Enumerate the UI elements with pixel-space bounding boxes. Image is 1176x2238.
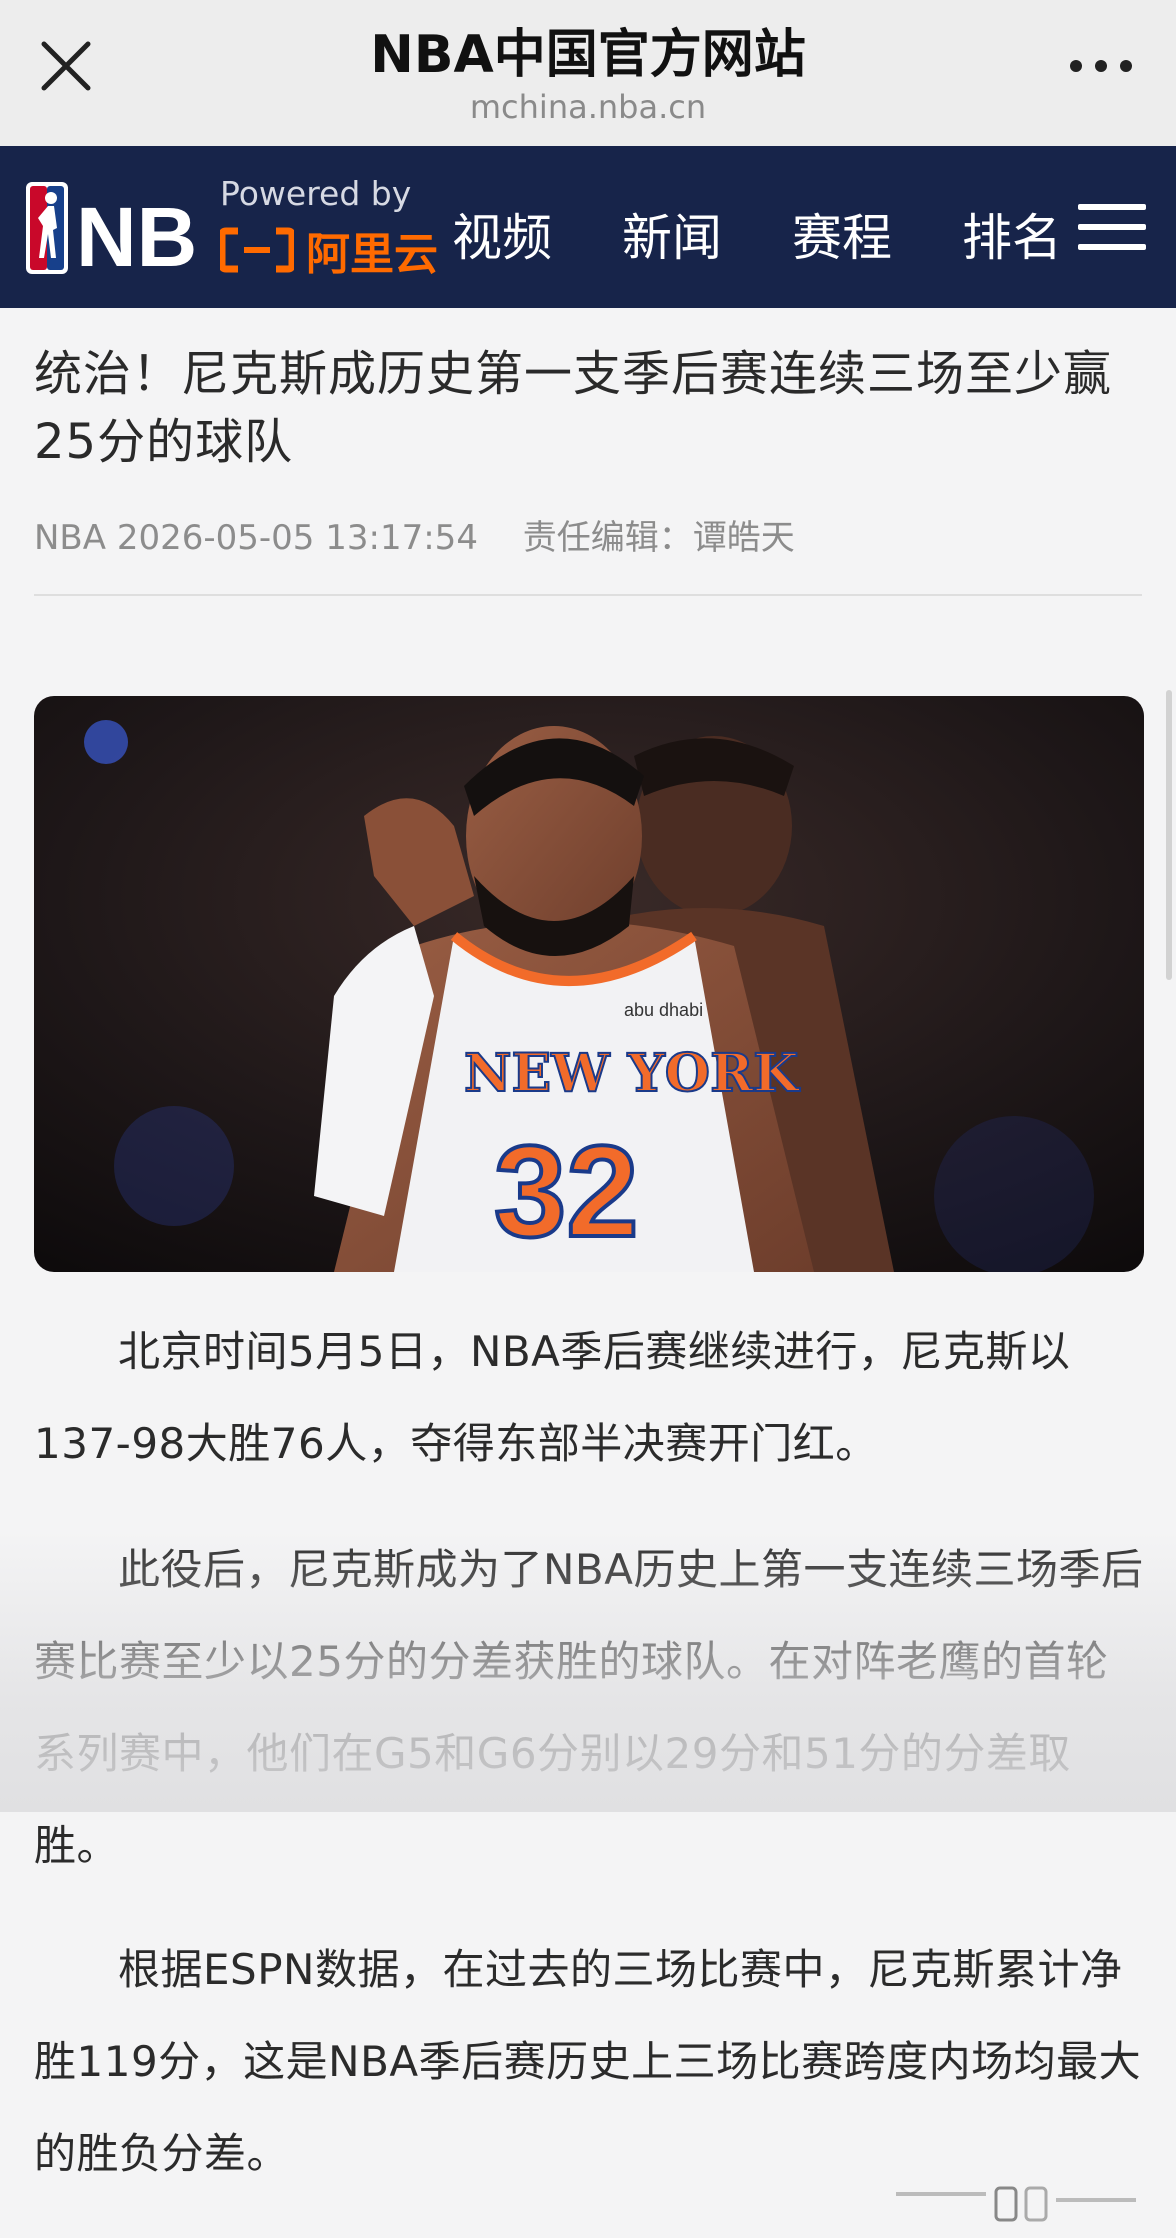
partner-name: 阿里云: [306, 229, 438, 280]
article-paragraph: 根据ESPN数据，在过去的三场比赛中，尼克斯累计净胜119分，这是NBA季后赛历…: [34, 1945, 1142, 2178]
nav-item-schedule[interactable]: 赛程: [792, 198, 892, 270]
nba-logo-icon[interactable]: NBA: [24, 178, 194, 278]
article-photo: NEW YORK 32 abu dhabi: [34, 696, 1144, 1272]
scrollbar[interactable]: [1166, 690, 1172, 980]
jersey-text: NEW YORK: [464, 1043, 800, 1104]
article-meta: NBA 2026-05-05 13:17:54 责任编辑：谭皓天: [34, 510, 795, 559]
article-editor: 责任编辑：谭皓天: [522, 518, 795, 558]
nba-nav-bar: NBA Powered by 阿里云 视频 新闻 赛程 排名: [0, 146, 1176, 308]
nav-item-news[interactable]: 新闻: [622, 198, 722, 270]
sponsor-patch: abu dhabi: [624, 1000, 703, 1020]
player-photo-illustration: NEW YORK 32 abu dhabi: [34, 696, 1144, 1272]
jersey-number: 32: [494, 1118, 639, 1264]
nba-logo-text: NBA: [76, 190, 194, 278]
site-title: NBA中国官方网站: [370, 25, 806, 85]
browser-top-bar: NBA中国官方网站 mchina.nba.cn: [0, 0, 1176, 147]
article-title: 统治！尼克斯成历史第一支季后赛连续三场至少赢25分的球队: [34, 346, 1113, 470]
article-paragraph: 北京时间5月5日，NBA季后赛继续进行，尼克斯以137-98大胜76人，夺得东部…: [34, 1327, 1071, 1468]
partner-logo: 阿里云: [220, 220, 438, 280]
article-datetime: 2026-05-05 13:17:54: [116, 518, 478, 558]
article-source: NBA: [34, 518, 107, 558]
hamburger-menu-icon[interactable]: [1078, 200, 1146, 254]
powered-by-label: Powered by: [220, 174, 412, 213]
nav-item-standings[interactable]: 排名: [962, 198, 1062, 270]
article-paragraph: 此役后，尼克斯成为了NBA历史上第一支连续三场季后赛比赛至少以25分的分差获胜的…: [34, 1545, 1144, 1870]
divider: [34, 594, 1142, 596]
site-url: mchina.nba.cn: [469, 88, 707, 126]
watermark-icon: [896, 2186, 1136, 2222]
more-dots-icon[interactable]: [1066, 46, 1136, 86]
nav-item-video[interactable]: 视频: [452, 198, 552, 270]
aliyun-logo-icon: [220, 227, 294, 273]
